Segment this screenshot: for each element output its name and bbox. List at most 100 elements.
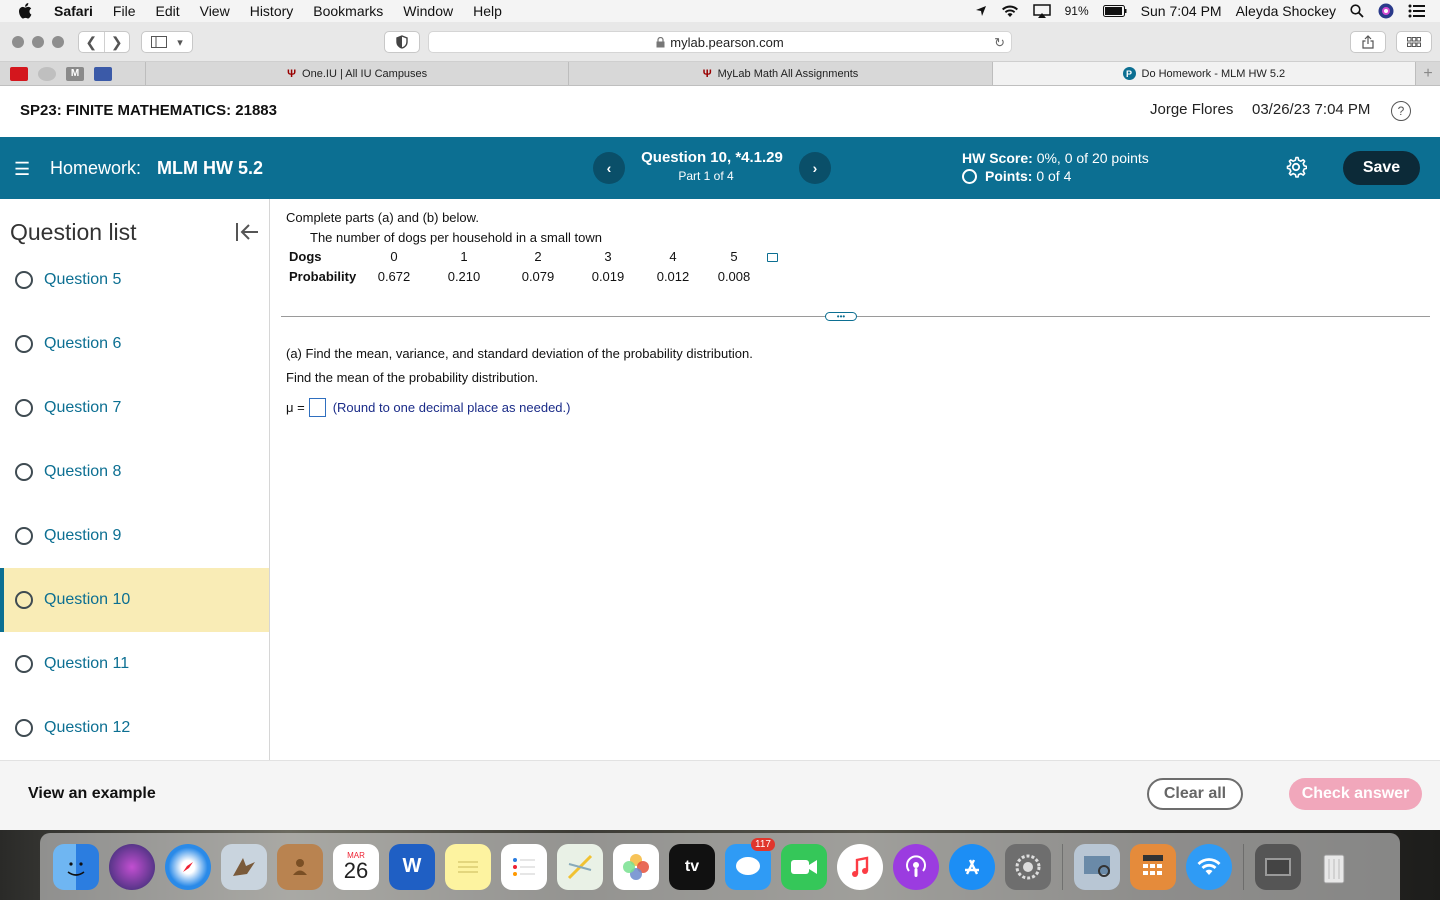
question-status-icon (15, 655, 33, 673)
address-bar[interactable]: mylab.pearson.com ↻ (428, 31, 1012, 53)
hamburger-menu-icon[interactable]: ☰ (14, 159, 30, 180)
menu-window[interactable]: Window (403, 3, 453, 19)
menu-view[interactable]: View (200, 3, 230, 19)
mean-answer-input[interactable] (308, 398, 326, 417)
tab-do-homework[interactable]: P Do Homework - MLM HW 5.2 (991, 62, 1415, 85)
tab-one-iu[interactable]: Ψ One.IU | All IU Campuses (145, 62, 568, 85)
facetime-icon[interactable] (781, 843, 827, 890)
user-name: Jorge Flores (1150, 101, 1234, 118)
find-mean-prompt: Find the mean of the probability distrib… (286, 370, 539, 385)
app-store-icon[interactable] (949, 843, 995, 890)
menu-history[interactable]: History (250, 3, 294, 19)
apple-tv-icon[interactable]: tv (669, 843, 715, 890)
apple-menu-icon[interactable] (16, 2, 34, 20)
word-icon[interactable]: W (389, 843, 435, 890)
podcasts-icon[interactable] (893, 843, 939, 890)
favorite-blue-icon[interactable] (94, 66, 112, 81)
question-item-11[interactable]: Question 11 (0, 632, 269, 696)
reminders-icon[interactable] (501, 843, 547, 890)
share-button[interactable] (1350, 31, 1386, 53)
location-arrow-icon[interactable] (975, 5, 987, 17)
tv-label: tv (684, 857, 700, 875)
shield-icon (396, 35, 408, 49)
menubar-user[interactable]: Aleyda Shockey (1236, 3, 1336, 19)
tab-overview-button[interactable] (1396, 31, 1432, 53)
divider-handle-icon[interactable]: ••• (825, 312, 857, 321)
answer-row: μ = (Round to one decimal place as neede… (286, 398, 570, 417)
menu-file[interactable]: File (113, 3, 136, 19)
trash-icon[interactable] (1311, 844, 1357, 890)
menu-bookmarks[interactable]: Bookmarks (313, 3, 383, 19)
next-question-button[interactable]: › (799, 152, 831, 184)
favorite-red-icon[interactable] (10, 66, 28, 81)
preview-eagle-icon[interactable] (221, 843, 267, 890)
help-icon[interactable]: ? (1391, 101, 1411, 121)
question-item-5[interactable]: Question 5 (0, 248, 269, 312)
system-preferences-icon[interactable] (1005, 843, 1051, 890)
downloads-stack-icon[interactable] (1255, 843, 1301, 890)
table-cell: 2 (534, 249, 542, 264)
menu-app-safari[interactable]: Safari (54, 3, 93, 19)
notes-icon[interactable] (445, 843, 491, 890)
sidebar-toggle-button[interactable]: ▾ (141, 31, 193, 53)
siri-icon[interactable] (1378, 3, 1394, 19)
tab-mylab-assignments[interactable]: Ψ MyLab Math All Assignments (568, 62, 991, 85)
table-cell: 1 (460, 249, 468, 264)
contacts-book-icon[interactable] (277, 843, 323, 890)
question-item-12[interactable]: Question 12 (0, 696, 269, 760)
zoom-window-button[interactable] (52, 36, 64, 48)
calendar-icon[interactable]: MAR 26 (333, 843, 379, 890)
question-item-10[interactable]: Question 10 (0, 568, 269, 632)
messages-badge: 117 (751, 837, 775, 851)
macos-menubar: Safari File Edit View History Bookmarks … (0, 0, 1440, 22)
menu-edit[interactable]: Edit (155, 3, 179, 19)
clear-all-button[interactable]: Clear all (1147, 778, 1243, 810)
question-label: Question 7 (44, 399, 122, 416)
favorite-m-icon[interactable]: M (66, 66, 84, 81)
question-item-7[interactable]: Question 7 (0, 376, 269, 440)
calculator-icon[interactable] (1130, 843, 1176, 890)
finder-icon[interactable] (53, 843, 99, 890)
forward-button[interactable]: ❯ (103, 32, 130, 52)
tab-overview-icon (1407, 37, 1421, 47)
new-tab-button[interactable]: + (1414, 62, 1440, 85)
view-example-link[interactable]: View an example (28, 785, 156, 803)
photos-icon[interactable] (613, 843, 659, 890)
spotlight-search-icon[interactable] (1350, 4, 1364, 18)
minimize-window-button[interactable] (32, 36, 44, 48)
copy-table-icon[interactable] (767, 253, 778, 262)
row-header: Probability (289, 269, 357, 284)
question-item-8[interactable]: Question 8 (0, 440, 269, 504)
question-label: Question 8 (44, 463, 122, 480)
privacy-report-button[interactable] (384, 31, 420, 53)
save-button[interactable]: Save (1343, 151, 1420, 185)
maps-icon[interactable] (557, 843, 603, 890)
action-bar: View an example Clear all Check answer (0, 760, 1440, 830)
reload-icon[interactable]: ↻ (994, 35, 1005, 51)
wifi-icon[interactable] (1001, 5, 1019, 18)
menubar-clock[interactable]: Sun 7:04 PM (1141, 3, 1222, 19)
music-icon[interactable] (837, 843, 883, 890)
favorite-globe-icon[interactable] (38, 66, 56, 81)
collapse-sidebar-icon[interactable] (235, 221, 259, 243)
menu-help[interactable]: Help (473, 3, 502, 19)
back-button[interactable]: ❮ (79, 32, 104, 52)
table-cell: 0.672 (377, 269, 411, 284)
mu-label: μ = (286, 400, 305, 415)
battery-icon[interactable] (1102, 5, 1127, 17)
messages-icon[interactable]: 117 (725, 837, 775, 890)
airplay-icon[interactable] (1032, 4, 1051, 18)
question-item-6[interactable]: Question 6 (0, 312, 269, 376)
safari-compass-icon[interactable] (165, 843, 211, 890)
settings-gear-icon[interactable] (1285, 156, 1308, 178)
siri-icon[interactable] (109, 843, 155, 890)
close-window-button[interactable] (12, 36, 24, 48)
preview-photos-icon[interactable] (1074, 843, 1120, 890)
question-part: Part 1 of 4 (678, 169, 734, 183)
wifi-diagnostics-icon[interactable] (1186, 843, 1232, 890)
hw-score-label: HW Score: (962, 150, 1033, 166)
notification-center-icon[interactable] (1408, 4, 1426, 18)
question-item-9[interactable]: Question 9 (0, 504, 269, 568)
check-answer-button[interactable]: Check answer (1289, 778, 1422, 810)
question-label: Question 5 (44, 271, 122, 288)
